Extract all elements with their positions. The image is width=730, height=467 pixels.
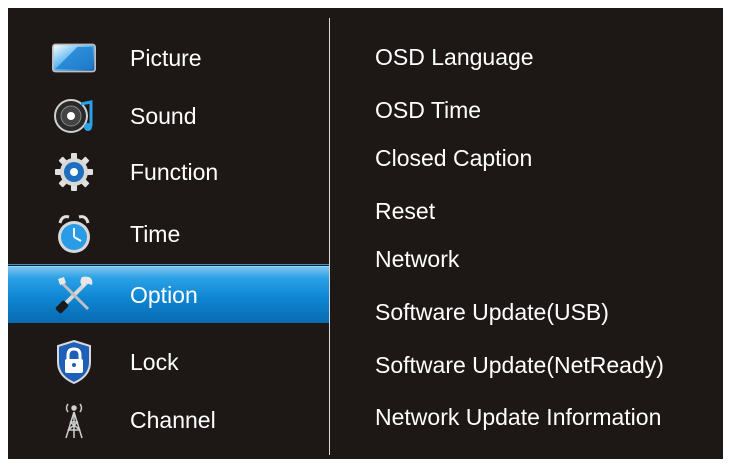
sidebar-item-label: Time	[130, 220, 181, 247]
option-network[interactable]: Network	[375, 246, 459, 273]
sidebar-item-label: Option	[130, 281, 198, 308]
option-reset[interactable]: Reset	[375, 198, 435, 225]
option-osd-time[interactable]: OSD Time	[375, 97, 481, 124]
option-network-update-information[interactable]: Network Update Information	[375, 404, 661, 431]
option-closed-caption[interactable]: Closed Caption	[375, 145, 532, 172]
selection-top-line	[8, 264, 329, 265]
sidebar-item-channel[interactable]: Channel	[8, 392, 329, 448]
lock-shield-icon	[52, 340, 96, 384]
sidebar-item-label: Sound	[130, 102, 197, 129]
tools-icon	[52, 273, 96, 317]
sidebar-item-label: Picture	[130, 44, 202, 71]
sidebar-item-label: Lock	[130, 348, 179, 375]
sidebar-item-label: Function	[130, 158, 219, 185]
picture-icon	[52, 36, 96, 80]
sidebar-item-sound[interactable]: Sound	[8, 88, 329, 144]
sidebar-item-lock[interactable]: Lock	[8, 334, 329, 390]
sidebar-item-time[interactable]: Time	[8, 206, 329, 262]
sidebar-item-label: Channel	[130, 406, 216, 433]
clock-icon	[52, 212, 96, 256]
option-software-update-usb[interactable]: Software Update(USB)	[375, 299, 609, 326]
option-osd-language[interactable]: OSD Language	[375, 44, 534, 71]
antenna-icon	[52, 398, 96, 442]
sidebar-item-picture[interactable]: Picture	[8, 30, 329, 86]
sidebar-item-function[interactable]: Function	[8, 144, 329, 200]
osd-menu-panel: Picture Sound Function Time Option Lock …	[8, 8, 723, 459]
sound-icon	[52, 94, 96, 138]
gear-icon	[52, 150, 96, 194]
option-software-update-netready[interactable]: Software Update(NetReady)	[375, 352, 664, 379]
vertical-divider	[329, 18, 330, 455]
sidebar-item-option[interactable]: Option	[8, 266, 329, 323]
